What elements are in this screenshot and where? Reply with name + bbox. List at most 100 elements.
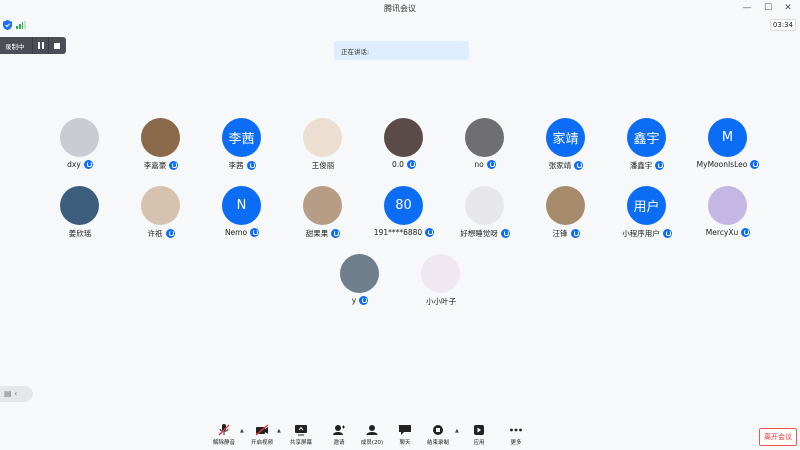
participant-tile[interactable]: 许祇 — [121, 186, 201, 246]
end-recording-label: 结束录制 — [426, 440, 449, 446]
participant-avatar — [303, 118, 342, 157]
mic-icon — [169, 160, 179, 170]
title-bar: 腾讯会议 — ☐ ✕ — [0, 0, 800, 18]
mic-icon — [406, 159, 416, 169]
participant-avatar: N — [222, 186, 261, 225]
participant-avatar — [465, 118, 504, 157]
window-title: 腾讯会议 — [384, 4, 416, 13]
participant-avatar: 李茜 — [222, 118, 261, 157]
grid-icon: ▤ — [4, 389, 12, 398]
participant-avatar — [708, 186, 747, 225]
mic-icon — [655, 160, 665, 170]
mic-icon — [500, 228, 510, 238]
participant-avatar: 80 — [384, 186, 423, 225]
participant-tile[interactable]: 甜果果 — [283, 186, 363, 246]
participant-avatar — [421, 254, 460, 293]
participant-avatar — [60, 186, 99, 225]
participant-avatar: 家靖 — [546, 118, 585, 157]
participant-name: dxy — [67, 160, 81, 169]
participant-name: no — [474, 160, 484, 169]
mic-icon — [425, 227, 435, 237]
mic-icon — [246, 160, 256, 170]
participant-name: 好想睡觉呀 — [460, 229, 498, 238]
recording-options-caret-icon[interactable]: ▲ — [455, 428, 459, 434]
participant-tile[interactable]: M MyMoonIsLeo — [688, 118, 768, 178]
participant-name: 潘鑫宇 — [629, 161, 653, 170]
participant-tile[interactable]: MercyXu — [688, 186, 768, 246]
share-screen-button[interactable]: 共享屏幕 — [283, 424, 319, 450]
stop-recording-button[interactable] — [48, 37, 64, 54]
participant-tile[interactable]: 汪锋 — [526, 186, 606, 246]
participant-tile[interactable]: 姜欣瑶 — [40, 186, 120, 246]
more-button[interactable]: 更多 — [498, 424, 534, 450]
record-stop-icon — [433, 425, 443, 435]
participant-name-row: 小小叶子 — [391, 296, 491, 307]
recording-indicator: 录制中 — [0, 37, 66, 54]
participant-name: y — [351, 296, 357, 305]
end-recording-button[interactable]: 结束录制 — [420, 424, 456, 450]
side-panel-toggle[interactable]: ▤ ‹ — [0, 386, 33, 402]
mic-icon — [486, 159, 496, 169]
participant-tile[interactable]: 家靖 张家靖 — [526, 118, 606, 178]
participant-name: 王俊丽 — [311, 161, 335, 170]
participant-tile[interactable]: 李嘉豪 — [121, 118, 201, 178]
more-label: 更多 — [510, 440, 522, 446]
participant-name: MercyXu — [705, 228, 739, 237]
share-screen-icon — [295, 425, 307, 436]
apps-button[interactable]: 应用 — [461, 424, 497, 450]
mic-icon — [741, 227, 751, 237]
unmute-button[interactable]: 解除静音 — [206, 424, 242, 450]
members-label: 成员(20) — [360, 440, 384, 446]
bottom-toolbar: 解除静音 ▲ 开启视频 ▲ 共享屏幕 邀请 成员(20) 聊天 结束录制 ▲ 应… — [0, 420, 800, 450]
participant-avatar — [141, 118, 180, 157]
participant-avatar: 用户 — [627, 186, 666, 225]
participant-name: 小程序用户 — [622, 229, 660, 238]
maximize-icon[interactable]: ☐ — [761, 2, 775, 14]
participant-tile[interactable]: no — [445, 118, 525, 178]
security-shield-icon[interactable] — [3, 20, 12, 30]
participant-avatar — [303, 186, 342, 225]
participant-tile[interactable]: y — [320, 254, 400, 314]
participant-tile[interactable]: N Nemo — [202, 186, 282, 246]
participant-tile[interactable]: 小小叶子 — [401, 254, 481, 314]
members-icon — [366, 425, 378, 435]
mic-icon — [165, 228, 175, 238]
participant-tile[interactable]: 0.0 — [364, 118, 444, 178]
chat-button[interactable]: 聊天 — [387, 424, 423, 450]
close-icon[interactable]: ✕ — [781, 2, 795, 14]
participant-tile[interactable]: 用户小程序用户 — [607, 186, 687, 246]
apps-label: 应用 — [473, 440, 485, 446]
unmute-label: 解除静音 — [212, 440, 235, 446]
members-button[interactable]: 成员(20) — [354, 424, 390, 450]
participant-avatar — [60, 118, 99, 157]
mic-icon — [570, 228, 580, 238]
minimize-icon[interactable]: — — [740, 2, 754, 14]
start-video-button[interactable]: 开启视频 — [244, 424, 280, 450]
participant-tile[interactable]: 李茜 李茜 — [202, 118, 282, 178]
speaking-indicator: 正在讲话: — [334, 41, 469, 60]
invite-icon — [333, 425, 345, 435]
video-options-caret-icon[interactable]: ▲ — [277, 428, 281, 434]
participant-tile[interactable]: 80 191****6880 — [364, 186, 444, 246]
participant-tile[interactable]: 好想睡觉呀 — [445, 186, 525, 246]
mic-icon — [574, 160, 584, 170]
meeting-timer: 03:34 — [770, 19, 796, 31]
participant-name: Nemo — [224, 228, 248, 237]
apps-icon — [474, 425, 484, 435]
participant-name: 191****6880 — [373, 228, 423, 237]
participant-avatar — [546, 186, 585, 225]
invite-button[interactable]: 邀请 — [321, 424, 357, 450]
invite-label: 邀请 — [333, 440, 345, 446]
participant-tile[interactable]: 王俊丽 — [283, 118, 363, 178]
chat-icon — [399, 425, 411, 435]
participant-tile[interactable]: 鑫宇 潘鑫宇 — [607, 118, 687, 178]
chat-label: 聊天 — [399, 440, 411, 446]
participant-tile[interactable]: dxy — [40, 118, 120, 178]
network-signal-icon[interactable] — [16, 21, 26, 29]
pause-recording-button[interactable] — [32, 37, 48, 54]
participant-name-row: MercyXu — [678, 227, 778, 238]
participant-avatar: 鑫宇 — [627, 118, 666, 157]
leave-meeting-button[interactable]: 离开会议 — [759, 428, 797, 446]
participant-name: 李茜 — [228, 161, 244, 170]
participant-name: MyMoonIsLeo — [696, 160, 748, 169]
